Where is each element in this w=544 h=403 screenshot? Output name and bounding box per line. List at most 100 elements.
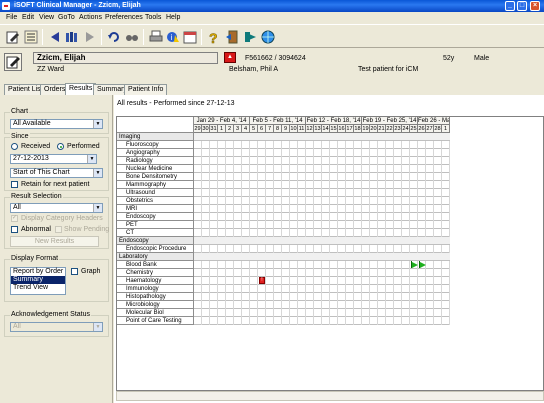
tab-patient-info[interactable]: Patient Info — [124, 84, 168, 95]
result-row[interactable]: Fluoroscopy — [117, 141, 194, 149]
info-warning-icon[interactable]: i — [166, 30, 180, 44]
print-icon[interactable] — [149, 30, 163, 44]
day-header[interactable]: 15 — [330, 125, 338, 133]
day-header[interactable]: 22 — [386, 125, 394, 133]
result-row[interactable]: Endoscopy — [117, 213, 194, 221]
calendar-icon[interactable] — [183, 30, 197, 44]
result-flag-icon[interactable] — [412, 262, 418, 268]
grid-cells[interactable] — [194, 133, 450, 325]
chart-select[interactable]: All Available ▼ — [10, 119, 103, 129]
minimize-button[interactable]: _ — [505, 1, 515, 11]
result-row[interactable]: Blood Bank — [117, 261, 194, 269]
retain-checkbox[interactable] — [11, 181, 18, 188]
graph-checkbox[interactable] — [71, 268, 78, 275]
day-header[interactable]: 14 — [322, 125, 330, 133]
menu-actions[interactable]: Actions — [79, 12, 102, 24]
menu-tools[interactable]: Tools — [145, 12, 161, 24]
result-row[interactable]: Bone Densitometry — [117, 173, 194, 181]
display-format-list[interactable]: Report by Order Summary Trend View — [10, 267, 66, 295]
day-header[interactable]: 26 — [418, 125, 426, 133]
start-select[interactable]: Start of This Chart ▼ — [10, 168, 103, 178]
result-row[interactable]: Mammography — [117, 181, 194, 189]
since-date-field[interactable]: 27-12-2013 ▼ — [10, 154, 97, 164]
ack-status-select[interactable]: All ▼ — [10, 322, 103, 332]
result-row[interactable]: PET — [117, 221, 194, 229]
day-header[interactable]: 18 — [354, 125, 362, 133]
alert-icon[interactable]: ▲ — [224, 52, 236, 63]
day-header[interactable]: 2 — [226, 125, 234, 133]
day-header[interactable]: 27 — [426, 125, 434, 133]
display-category-headers-checkbox[interactable] — [11, 214, 18, 222]
help-icon[interactable]: ? — [207, 30, 221, 44]
result-row[interactable]: Nuclear Medicine — [117, 165, 194, 173]
result-row[interactable]: Obstetrics — [117, 197, 194, 205]
web-icon[interactable] — [261, 30, 275, 44]
day-header[interactable]: 30 — [202, 125, 210, 133]
day-header[interactable]: 28 — [434, 125, 442, 133]
format-trend-view[interactable]: Trend View — [11, 284, 65, 292]
result-row[interactable]: Chemistry — [117, 269, 194, 277]
maximize-button[interactable]: □ — [517, 1, 527, 11]
format-report-by-order[interactable]: Report by Order — [11, 268, 65, 276]
refresh-icon[interactable] — [107, 30, 121, 44]
result-row[interactable]: Haematology — [117, 277, 194, 285]
forward-arrow-icon[interactable] — [83, 30, 97, 44]
result-row[interactable]: Immunology — [117, 285, 194, 293]
day-header[interactable]: 31 — [210, 125, 218, 133]
patient-records-icon[interactable] — [65, 30, 79, 44]
day-header[interactable]: 17 — [346, 125, 354, 133]
abnormal-result-icon[interactable]: ! — [259, 277, 265, 284]
result-row[interactable]: Microbiology — [117, 301, 194, 309]
day-header[interactable]: 6 — [258, 125, 266, 133]
result-row[interactable]: Point of Care Testing — [117, 317, 194, 325]
search-binoculars-icon[interactable] — [125, 30, 139, 44]
format-summary[interactable]: Summary — [11, 276, 65, 284]
result-row[interactable]: Ultrasound — [117, 189, 194, 197]
new-results-button[interactable]: New Results — [10, 236, 99, 247]
day-header[interactable]: 1 — [218, 125, 226, 133]
day-header[interactable]: 8 — [274, 125, 282, 133]
result-selection-select[interactable]: All ▼ — [10, 203, 103, 213]
abnormal-checkbox[interactable] — [11, 226, 18, 233]
day-header[interactable]: 3 — [234, 125, 242, 133]
result-row[interactable]: Angiography — [117, 149, 194, 157]
edit-patient-icon[interactable] — [4, 53, 22, 71]
category-row[interactable]: Imaging — [117, 133, 194, 141]
show-pending-checkbox[interactable] — [55, 226, 62, 233]
exit-door-icon[interactable] — [225, 30, 239, 44]
menu-edit[interactable]: Edit — [22, 12, 34, 24]
day-header[interactable]: 20 — [370, 125, 378, 133]
day-header[interactable]: 21 — [378, 125, 386, 133]
day-header[interactable]: 19 — [362, 125, 370, 133]
result-row[interactable]: Molecular Biol — [117, 309, 194, 317]
result-flag-icon[interactable] — [420, 262, 426, 268]
day-header[interactable]: 13 — [314, 125, 322, 133]
close-button[interactable]: × — [530, 1, 540, 11]
patient-list-icon[interactable] — [24, 30, 38, 44]
day-header[interactable]: 7 — [266, 125, 274, 133]
day-header[interactable]: 5 — [250, 125, 258, 133]
day-header[interactable]: 25 — [410, 125, 418, 133]
day-header[interactable]: 24 — [402, 125, 410, 133]
menu-goto[interactable]: GoTo — [58, 12, 75, 24]
result-row[interactable]: MRI — [117, 205, 194, 213]
result-row[interactable]: Endoscopic Procedure — [117, 245, 194, 253]
day-header[interactable]: 4 — [242, 125, 250, 133]
menu-preferences[interactable]: Preferences — [105, 12, 143, 24]
received-radio[interactable] — [11, 143, 18, 150]
edit-chart-icon[interactable] — [6, 30, 20, 44]
result-row[interactable]: CT — [117, 229, 194, 237]
day-header[interactable]: 16 — [338, 125, 346, 133]
day-header[interactable]: 11 — [298, 125, 306, 133]
horizontal-scrollbar[interactable] — [116, 391, 544, 401]
day-header[interactable]: 29 — [194, 125, 202, 133]
menu-help[interactable]: Help — [166, 12, 180, 24]
day-header[interactable]: 9 — [282, 125, 290, 133]
menu-view[interactable]: View — [39, 12, 54, 24]
forward-exit-icon[interactable] — [243, 30, 257, 44]
day-header[interactable]: 1 — [442, 125, 450, 133]
performed-radio[interactable] — [57, 143, 64, 150]
back-arrow-icon[interactable] — [48, 30, 62, 44]
day-header[interactable]: 23 — [394, 125, 402, 133]
title-bar[interactable]: iSOFT Clinical Manager - Zzicm, Elijah _… — [0, 0, 544, 12]
